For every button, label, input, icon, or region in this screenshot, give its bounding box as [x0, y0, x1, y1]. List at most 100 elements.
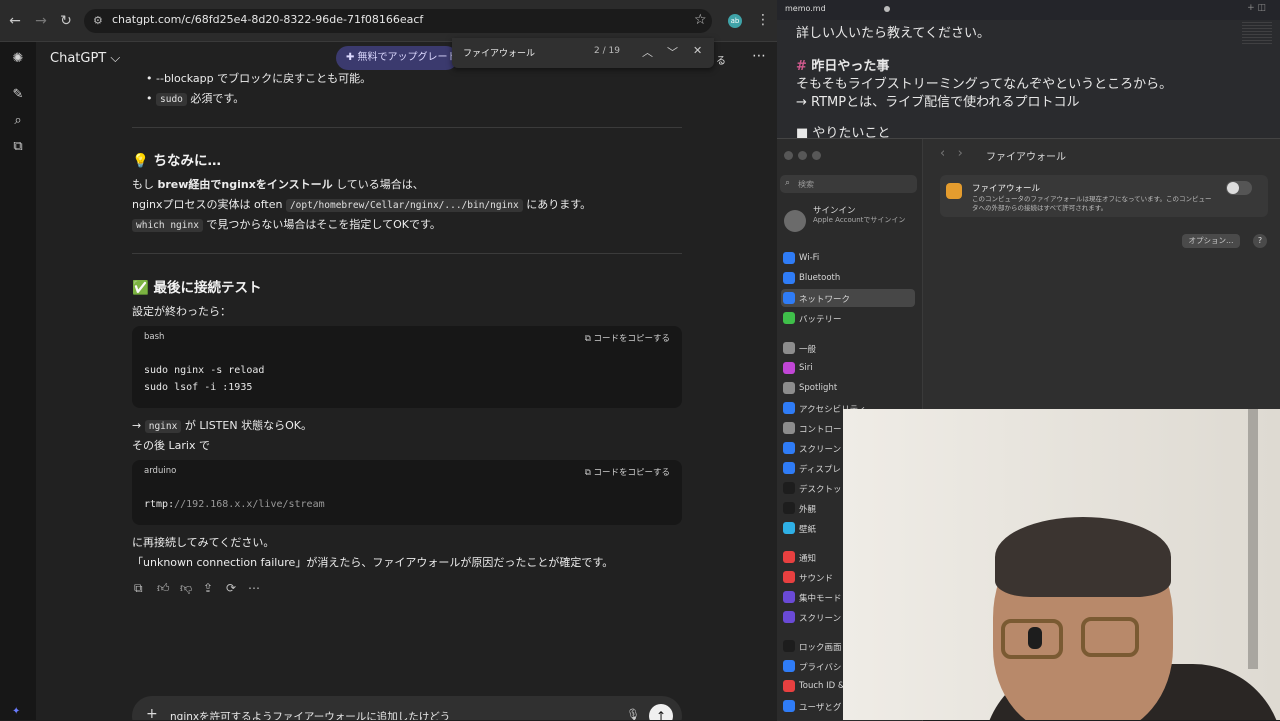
paragraph: もし brew経由でnginxをインストール している場合は、: [132, 176, 424, 192]
bookmark-star-icon[interactable]: ☆: [694, 12, 707, 28]
library-icon[interactable]: ⧉: [11, 140, 25, 154]
copy-code-button[interactable]: ⧉ コードをコピーする: [585, 466, 670, 478]
profile-avatar[interactable]: ab: [728, 14, 742, 28]
settings-item[interactable]: ネットワーク: [781, 289, 915, 307]
list-item-text: 必須です。: [186, 92, 245, 105]
settings-item-icon: [783, 362, 795, 374]
memo-line[interactable]: そもそもライブストリーミングってなんぞやというところから。: [796, 73, 1172, 92]
regenerate-icon[interactable]: ⟳: [226, 581, 236, 595]
page-title: ファイアウォール: [986, 152, 1066, 163]
composer-input[interactable]: nginxを許可するようファイアーウォールに追加したけどう: [170, 709, 450, 720]
memo-line[interactable]: ■ やりたいこと: [796, 122, 890, 138]
site-settings-icon[interactable]: ⚙: [93, 14, 103, 27]
settings-item-icon: [783, 252, 795, 264]
settings-item-icon: [783, 611, 795, 623]
text: にあります。: [522, 198, 592, 211]
editor-actions-icon[interactable]: + ◫: [1247, 3, 1266, 13]
settings-item[interactable]: Bluetooth: [781, 269, 915, 287]
upgrade-button[interactable]: ✚ 無料でアップグレード: [336, 46, 458, 70]
address-bar[interactable]: ⚙ chatgpt.com/c/68fd25e4-8d20-8322-96de-…: [84, 9, 712, 33]
settings-item-label: ネットワーク: [799, 295, 851, 305]
settings-search-input[interactable]: ⌕ 検索: [780, 175, 917, 193]
settings-item-label: 通知: [799, 554, 817, 564]
find-next-icon[interactable]: ﹀: [667, 44, 678, 60]
unsaved-dot-icon: [884, 6, 890, 12]
settings-item[interactable]: Wi-Fi: [781, 249, 915, 267]
search-icon[interactable]: ⌕: [11, 114, 25, 128]
settings-item-icon: [783, 640, 795, 652]
plus-icon[interactable]: +: [146, 706, 158, 720]
settings-item[interactable]: 一般: [781, 339, 915, 357]
paragraph: 設定が終わったら：: [132, 305, 231, 318]
back-forward-icon[interactable]: ‹ ›: [940, 146, 963, 161]
microphone-icon[interactable]: 🎙︎: [626, 708, 640, 720]
reload-icon[interactable]: ↻: [57, 12, 75, 30]
minimap[interactable]: [1242, 22, 1272, 46]
webcam-overlay: [843, 409, 1280, 720]
memo-line[interactable]: 詳しい人いたら教えてください。: [796, 22, 990, 41]
help-button[interactable]: ?: [1253, 234, 1267, 248]
browser-menu-icon[interactable]: ⋮: [756, 12, 770, 28]
firewall-title: ファイアウォール: [972, 184, 1041, 194]
account-name[interactable]: サインイン: [813, 204, 856, 216]
text: が LISTEN 状態ならOK。: [181, 419, 312, 432]
copy-icon[interactable]: ⧉: [134, 581, 143, 596]
close-window-icon[interactable]: [784, 151, 793, 160]
paragraph: → nginx が LISTEN 状態ならOK。: [132, 417, 312, 433]
settings-item[interactable]: Siri: [781, 359, 915, 377]
more-icon[interactable]: ⋯: [248, 581, 260, 595]
new-chat-icon[interactable]: ✎: [11, 88, 25, 102]
settings-item[interactable]: バッテリー: [781, 309, 915, 327]
divider: [132, 127, 682, 128]
firewall-description: このコンピュータのファイアウォールは現在オフになっています。このコンピュータへの…: [972, 195, 1212, 212]
find-close-icon[interactable]: ✕: [693, 44, 702, 57]
openai-logo-icon[interactable]: ✺: [11, 52, 25, 66]
account-subtitle: Apple Accountでサインイン: [813, 216, 906, 224]
settings-item-label: 集中モード: [799, 594, 842, 604]
memo-heading[interactable]: # 昨日やった事: [796, 55, 889, 74]
section-heading: ✅ 最後に接続テスト: [132, 280, 262, 296]
send-button[interactable]: ↑: [649, 704, 673, 720]
options-button[interactable]: オプション…: [1182, 234, 1240, 248]
inline-code: nginx: [144, 420, 182, 433]
zoom-window-icon[interactable]: [812, 151, 821, 160]
copy-code-label: コードをコピーする: [593, 468, 670, 478]
text: もし: [132, 178, 158, 191]
forward-icon[interactable]: →: [32, 12, 50, 30]
share-icon[interactable]: ⇪: [203, 581, 213, 595]
more-options-icon[interactable]: ⋯: [752, 48, 766, 64]
url-text[interactable]: chatgpt.com/c/68fd25e4-8d20-8322-96de-71…: [112, 13, 423, 26]
message-composer[interactable]: + nginxを許可するようファイアーウォールに追加したけどう 🎙︎ ↑: [132, 696, 682, 720]
share-button[interactable]: る: [716, 52, 726, 67]
settings-item-label: サウンド: [799, 574, 834, 584]
settings-item-icon: [783, 551, 795, 563]
thumbs-down-icon[interactable]: 👎︎: [180, 581, 192, 596]
model-selector[interactable]: ChatGPT ⌵: [50, 51, 120, 66]
settings-item-icon: [783, 680, 795, 692]
minimize-window-icon[interactable]: [798, 151, 807, 160]
back-icon[interactable]: ←: [6, 12, 24, 30]
find-prev-icon[interactable]: ︿: [642, 44, 653, 60]
avatar[interactable]: [784, 210, 806, 232]
browser-window: ← → ↻ ⚙ chatgpt.com/c/68fd25e4-8d20-8322…: [0, 0, 777, 720]
sparkle-icon: ✦: [12, 706, 21, 717]
thumbs-up-icon[interactable]: 👍︎: [157, 581, 170, 596]
webcam-rail: [1248, 409, 1258, 669]
settings-item-label: ユーザとグ: [799, 703, 842, 713]
settings-item-icon: [783, 522, 795, 534]
copy-code-button[interactable]: ⧉ コードをコピーする: [585, 332, 670, 344]
browser-toolbar: ← → ↻ ⚙ chatgpt.com/c/68fd25e4-8d20-8322…: [0, 0, 777, 42]
search-placeholder: 検索: [798, 180, 814, 189]
memo-line[interactable]: → RTMPとは、ライブ配信で使われるプロトコル: [796, 91, 1079, 110]
text: nginxプロセスの実体は often: [132, 198, 286, 211]
text: している場合は、: [332, 178, 424, 191]
find-input[interactable]: ファイアウォール: [463, 46, 535, 59]
code-comment: //192.168.x.x/live/stream: [174, 499, 325, 510]
settings-item[interactable]: Spotlight: [781, 379, 915, 397]
editor-tab[interactable]: memo.md: [785, 4, 826, 13]
firewall-toggle[interactable]: [1226, 181, 1252, 195]
editor-tab-bar: memo.md + ◫: [777, 0, 1280, 20]
settings-item-label: ロック画面: [799, 643, 842, 653]
code-block: bash ⧉ コードをコピーする sudo nginx -s reload su…: [132, 326, 682, 408]
settings-item-icon: [783, 660, 795, 672]
